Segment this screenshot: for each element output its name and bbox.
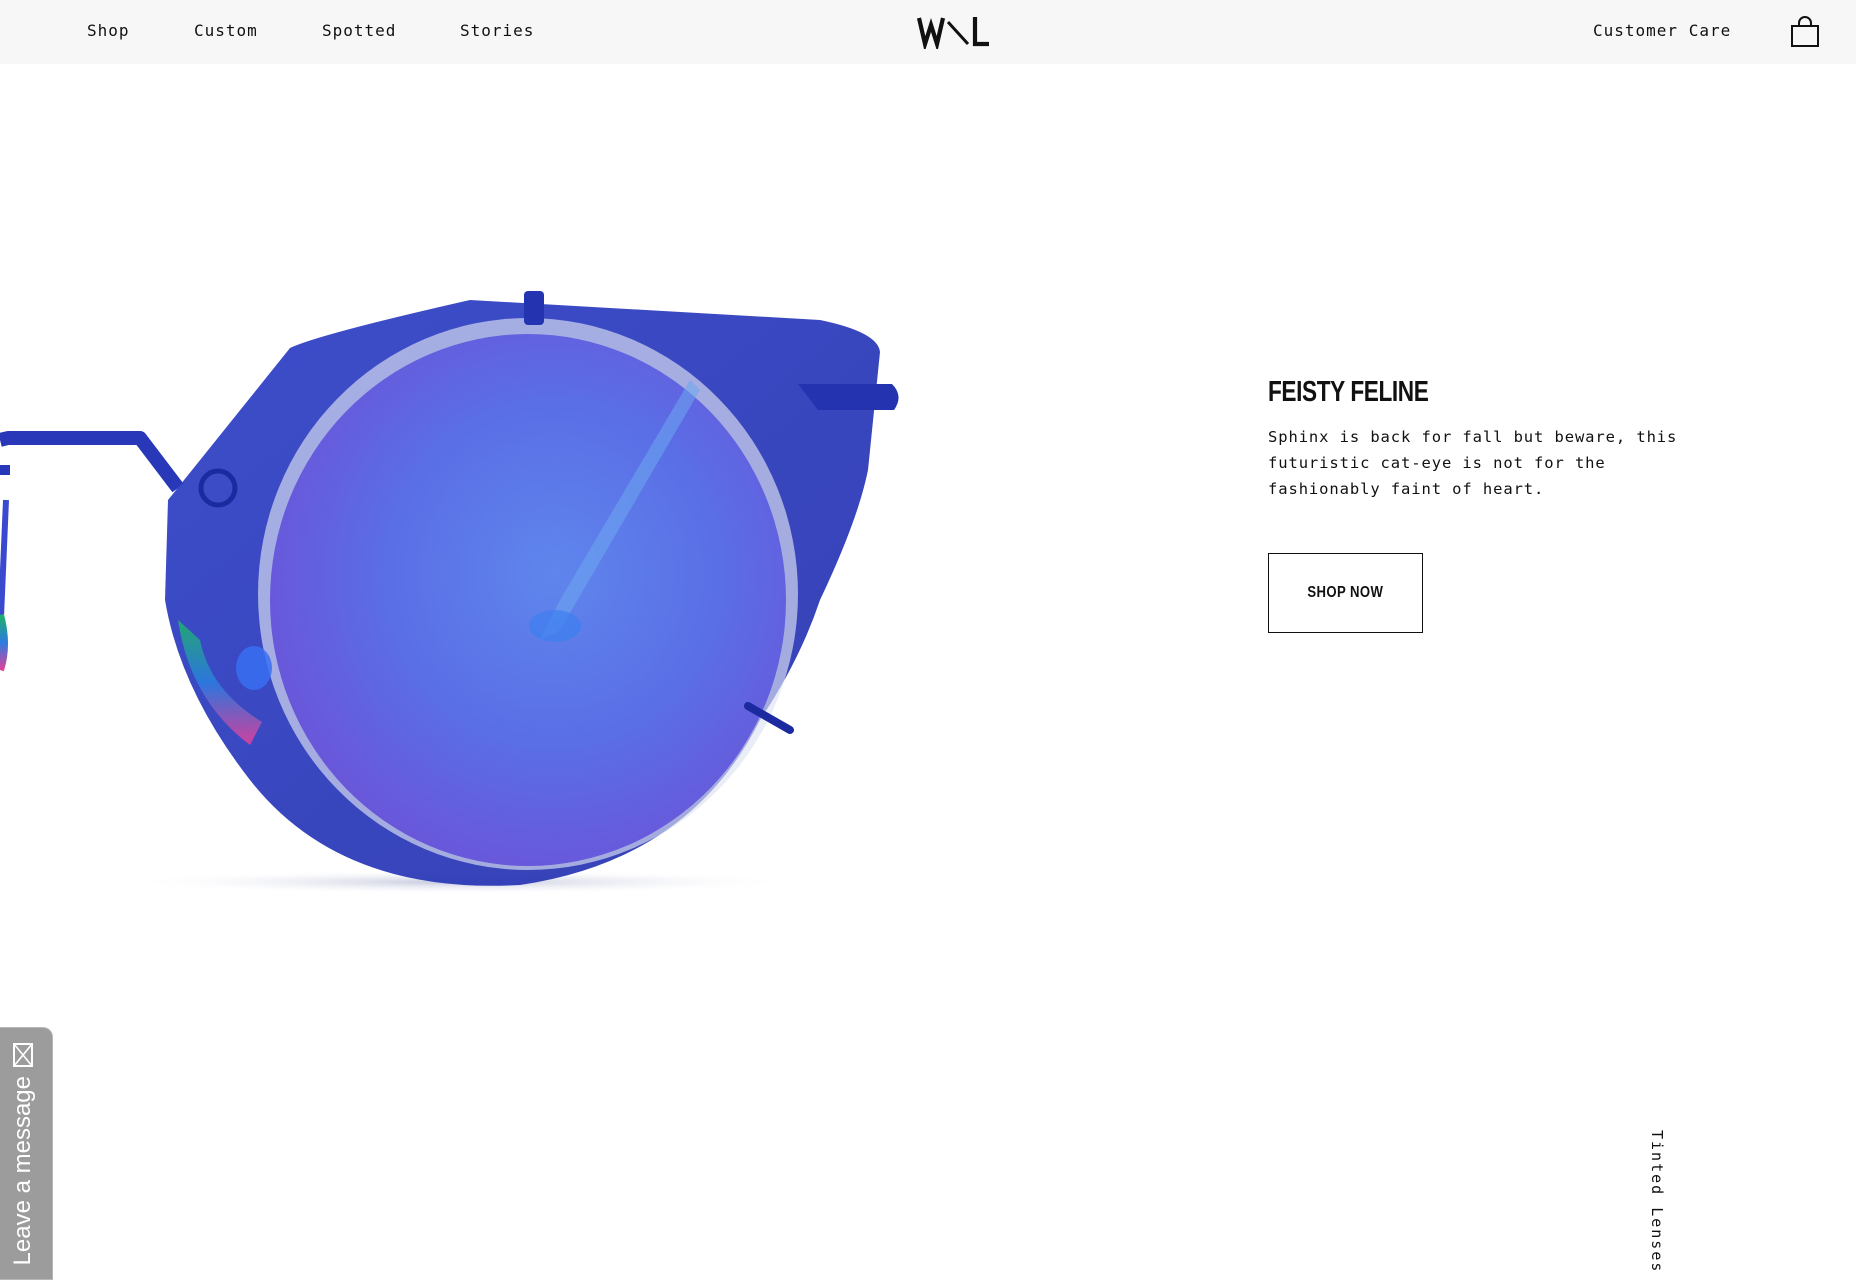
product-title: FEISTY FELINE <box>1268 376 1429 408</box>
envelope-icon <box>13 1043 33 1067</box>
page: Shop Custom Spotted Stories Customer Car… <box>0 0 1856 1280</box>
shopping-bag-icon[interactable] <box>1790 16 1820 48</box>
nav-spotted[interactable]: Spotted <box>322 21 396 40</box>
nav-custom[interactable]: Custom <box>194 21 258 40</box>
brand-logo[interactable] <box>917 13 991 49</box>
leave-message-label: Leave a message <box>9 1075 36 1265</box>
leave-message-tab[interactable]: Leave a message <box>0 1027 53 1280</box>
nav-stories[interactable]: Stories <box>460 21 534 40</box>
customer-care-link[interactable]: Customer Care <box>1593 21 1731 40</box>
nav-shop[interactable]: Shop <box>87 21 130 40</box>
shop-now-label: SHOP NOW <box>1307 584 1384 601</box>
site-header: Shop Custom Spotted Stories Customer Car… <box>0 0 1856 64</box>
product-description: Sphinx is back for fall but beware, this… <box>1268 428 1678 498</box>
collection-label[interactable]: Tinted Lenses <box>1648 1130 1666 1273</box>
shop-now-button[interactable]: SHOP NOW <box>1268 553 1423 633</box>
sunglasses-image <box>0 291 899 894</box>
